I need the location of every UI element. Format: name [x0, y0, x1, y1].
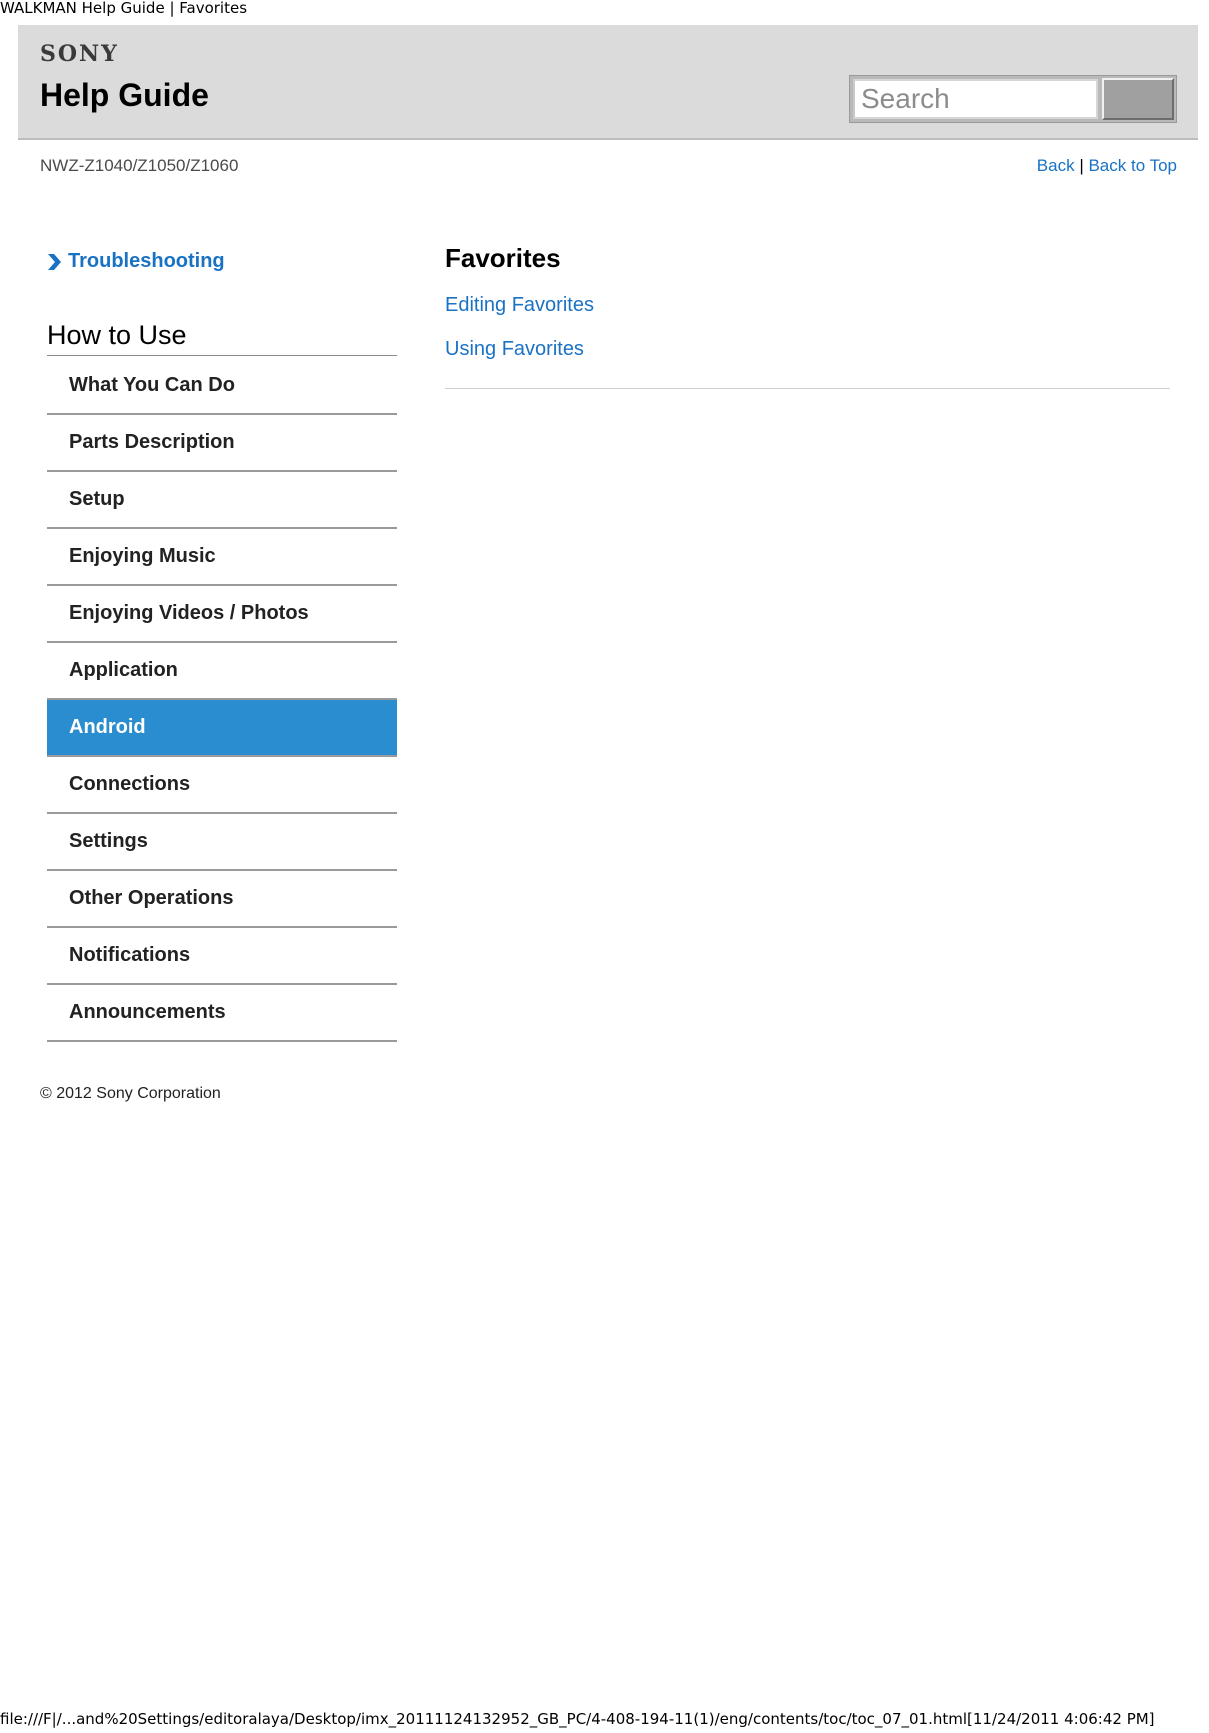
search-button[interactable]	[1102, 78, 1174, 120]
back-link[interactable]: Back	[1037, 156, 1075, 175]
search-input[interactable]	[853, 79, 1098, 119]
sony-logo: SONY	[40, 41, 119, 67]
header: SONY Help Guide	[18, 25, 1198, 140]
sidebar-item-what-you-can-do[interactable]: What You Can Do	[47, 358, 397, 415]
sidebar-item-notifications[interactable]: Notifications	[47, 928, 397, 985]
sidebar-item-connections[interactable]: Connections	[47, 757, 397, 814]
model-name: NWZ-Z1040/Z1050/Z1060	[40, 156, 239, 175]
editing-favorites-link[interactable]: Editing Favorites	[445, 294, 594, 317]
sidebar-item-settings[interactable]: Settings	[47, 814, 397, 871]
sidebar-section-heading: How to Use	[47, 320, 397, 356]
section-title: Favorites	[445, 243, 561, 273]
chevron-right-icon	[48, 253, 61, 270]
troubleshooting-label: Troubleshooting	[68, 250, 225, 272]
troubleshooting-link[interactable]: Troubleshooting	[46, 250, 225, 273]
sidebar-item-setup[interactable]: Setup	[47, 472, 397, 529]
sidebar-item-announcements[interactable]: Announcements	[47, 985, 397, 1042]
document-title: WALKMAN Help Guide | Favorites	[0, 0, 248, 17]
nav-separator: |	[1079, 156, 1084, 175]
page-title: Help Guide	[40, 77, 209, 113]
search-form	[849, 75, 1177, 123]
back-to-top-link[interactable]: Back to Top	[1088, 156, 1177, 175]
sidebar-item-enjoying-videos-photos[interactable]: Enjoying Videos / Photos	[47, 586, 397, 643]
copyright: © 2012 Sony Corporation	[40, 1085, 221, 1102]
sidebar-item-android[interactable]: Android	[47, 700, 397, 757]
sidebar-item-other-operations[interactable]: Other Operations	[47, 871, 397, 928]
file-path-footer: file:///F|/...and%20Settings/editoralaya…	[0, 1710, 1155, 1728]
sidebar-item-enjoying-music[interactable]: Enjoying Music	[47, 529, 397, 586]
sidebar-item-parts-description[interactable]: Parts Description	[47, 415, 397, 472]
page-nav: Back | Back to Top	[1037, 156, 1177, 176]
content-divider	[445, 388, 1170, 389]
sidebar-menu: What You Can Do Parts Description Setup …	[47, 358, 397, 1042]
sidebar-item-application[interactable]: Application	[47, 643, 397, 700]
using-favorites-link[interactable]: Using Favorites	[445, 338, 584, 361]
